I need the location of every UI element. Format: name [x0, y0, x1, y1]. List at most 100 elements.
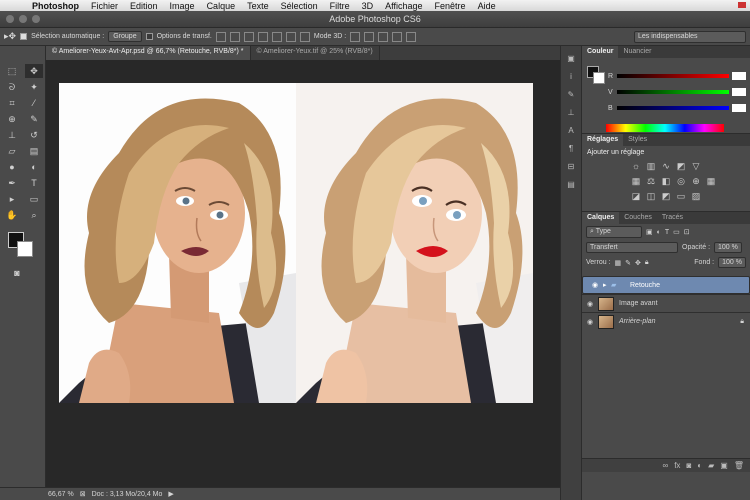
canvas-area[interactable]	[46, 60, 580, 487]
filter-smart-icon[interactable]: ⊡	[684, 228, 690, 236]
tab-reglages[interactable]: Réglages	[582, 134, 624, 146]
visibility-eye-icon[interactable]: ◉	[587, 281, 603, 289]
auto-select-dropdown[interactable]: Groupe	[108, 31, 142, 42]
background-color-swatch[interactable]	[17, 241, 33, 257]
tab-couches[interactable]: Couches	[619, 212, 657, 224]
trash-icon[interactable]: 🗑︎	[734, 461, 744, 470]
channel-b-field[interactable]	[732, 104, 746, 112]
healing-tool-icon[interactable]: ⊕	[3, 112, 21, 126]
menu-filtre[interactable]: Filtre	[324, 1, 356, 11]
move-tool-icon[interactable]: ✥	[25, 64, 43, 78]
eyedropper-tool-icon[interactable]: ⁄	[25, 96, 43, 110]
slider-r[interactable]: R	[608, 72, 746, 80]
vibrance-icon[interactable]: ▽	[690, 160, 702, 172]
tab-nuancier[interactable]: Nuancier	[618, 46, 656, 58]
slider-v[interactable]: V	[608, 88, 746, 96]
color-spectrum-ramp[interactable]	[606, 124, 724, 132]
filter-type-icon[interactable]: T	[665, 229, 669, 236]
properties-panel-icon[interactable]: i	[564, 70, 578, 82]
marquee-tool-icon[interactable]: ⬚	[3, 64, 21, 78]
lock-all-icon[interactable]: 🔒︎	[645, 259, 649, 267]
hue-saturation-icon[interactable]: ▦	[630, 175, 642, 187]
status-menu-arrow-icon[interactable]: ▶	[168, 490, 173, 498]
document-canvas[interactable]	[59, 83, 533, 403]
brightness-icon[interactable]: ☼	[630, 160, 642, 172]
photo-filter-icon[interactable]: ◎	[675, 175, 687, 187]
selective-color-icon[interactable]: ▨	[690, 190, 702, 202]
history-brush-tool-icon[interactable]: ↺	[25, 128, 43, 142]
menu-fichier[interactable]: Fichier	[85, 1, 124, 11]
exposure-icon[interactable]: ◩	[675, 160, 687, 172]
roll-3d-icon[interactable]	[364, 31, 375, 42]
new-group-icon[interactable]: ▰	[708, 461, 714, 470]
path-selection-tool-icon[interactable]: ▸	[3, 192, 21, 206]
layer-comps-panel-icon[interactable]: ⊟	[564, 160, 578, 172]
move-tool-icon[interactable]: ▸✥	[4, 31, 16, 42]
character-panel-icon[interactable]: A	[564, 124, 578, 136]
auto-select-checkbox[interactable]	[20, 33, 28, 40]
invert-icon[interactable]: ◪	[630, 190, 642, 202]
layer-row-image-avant[interactable]: ◉ Image avant	[582, 294, 750, 312]
tab-couleur[interactable]: Couleur	[582, 46, 619, 58]
rotate-3d-icon[interactable]	[350, 31, 361, 42]
menu-affichage[interactable]: Affichage	[379, 1, 428, 11]
brush-tool-icon[interactable]: ✎	[25, 112, 43, 126]
quick-mask-icon[interactable]: ◙	[8, 266, 26, 280]
link-layers-icon[interactable]: ∞	[663, 461, 669, 470]
menu-photoshop[interactable]: Photoshop	[26, 1, 85, 11]
lock-position-icon[interactable]: ✥	[635, 259, 641, 267]
menu-fenetre[interactable]: Fenêtre	[429, 1, 472, 11]
filter-adjust-icon[interactable]: ◐	[657, 229, 661, 236]
workspace-dropdown[interactable]: Les indispensables	[634, 31, 746, 43]
zoom-level[interactable]: 66,67 %	[48, 491, 74, 498]
color-lookup-icon[interactable]: ▦	[705, 175, 717, 187]
slide-3d-icon[interactable]	[392, 31, 403, 42]
threshold-icon[interactable]: ◩	[660, 190, 672, 202]
tab-ameliorer-yeux-psd[interactable]: © Ameliorer-Yeux-Avt-Apr.psd @ 66,7% (Re…	[46, 46, 251, 60]
gradient-tool-icon[interactable]: ▤	[25, 144, 43, 158]
align-middle-icon[interactable]	[229, 31, 240, 42]
channel-mixer-icon[interactable]: ⊕	[690, 175, 702, 187]
drag-3d-icon[interactable]	[378, 31, 389, 42]
scale-3d-icon[interactable]	[406, 31, 417, 42]
notes-panel-icon[interactable]: ▤	[564, 178, 578, 190]
channel-v-field[interactable]	[732, 88, 746, 96]
align-top-icon[interactable]	[215, 31, 226, 42]
channel-r-field[interactable]	[732, 72, 746, 80]
type-tool-icon[interactable]: T	[25, 176, 43, 190]
crop-tool-icon[interactable]: ⌗	[3, 96, 21, 110]
stamp-tool-icon[interactable]: ⊥	[3, 128, 21, 142]
layer-row-arriere-plan[interactable]: ◉ Arrière-plan 🔒︎	[582, 312, 750, 330]
lasso-tool-icon[interactable]: ᘐ	[3, 80, 21, 94]
slider-b[interactable]: B	[608, 104, 746, 112]
paragraph-panel-icon[interactable]: ¶	[564, 142, 578, 154]
opacity-field[interactable]: 100 %	[714, 242, 742, 253]
zoom-tool-icon[interactable]: ⌕	[25, 208, 43, 222]
visibility-eye-icon[interactable]: ◉	[582, 318, 598, 326]
pen-tool-icon[interactable]: ✒	[3, 176, 21, 190]
align-right-icon[interactable]	[285, 31, 296, 42]
layer-row-retouche[interactable]: ◉ ▸ ▰ Retouche	[582, 276, 750, 294]
menu-edition[interactable]: Edition	[124, 1, 164, 11]
menu-3d[interactable]: 3D	[356, 1, 380, 11]
distribute-icon[interactable]	[299, 31, 310, 42]
menu-aide[interactable]: Aide	[472, 1, 502, 11]
visibility-eye-icon[interactable]: ◉	[582, 300, 598, 308]
eraser-tool-icon[interactable]: ▱	[3, 144, 21, 158]
filter-shape-icon[interactable]: ▭	[673, 228, 680, 236]
filter-pixel-icon[interactable]: ▣	[646, 228, 653, 236]
gradient-map-icon[interactable]: ▭	[675, 190, 687, 202]
lock-paint-icon[interactable]: ✎	[625, 259, 631, 267]
menu-selection[interactable]: Sélection	[275, 1, 324, 11]
hand-tool-icon[interactable]: ✋	[3, 208, 21, 222]
black-white-icon[interactable]: ◧	[660, 175, 672, 187]
tab-traces[interactable]: Tracés	[657, 212, 688, 224]
new-adjustment-icon[interactable]: ◐	[697, 461, 702, 470]
levels-icon[interactable]: ▥	[645, 160, 657, 172]
menu-image[interactable]: Image	[164, 1, 201, 11]
new-layer-icon[interactable]: ▣	[720, 461, 728, 470]
color-balance-icon[interactable]: ⚖	[645, 175, 657, 187]
flag-icon[interactable]	[738, 2, 746, 8]
menu-calque[interactable]: Calque	[201, 1, 242, 11]
blur-tool-icon[interactable]: ●	[3, 160, 21, 174]
